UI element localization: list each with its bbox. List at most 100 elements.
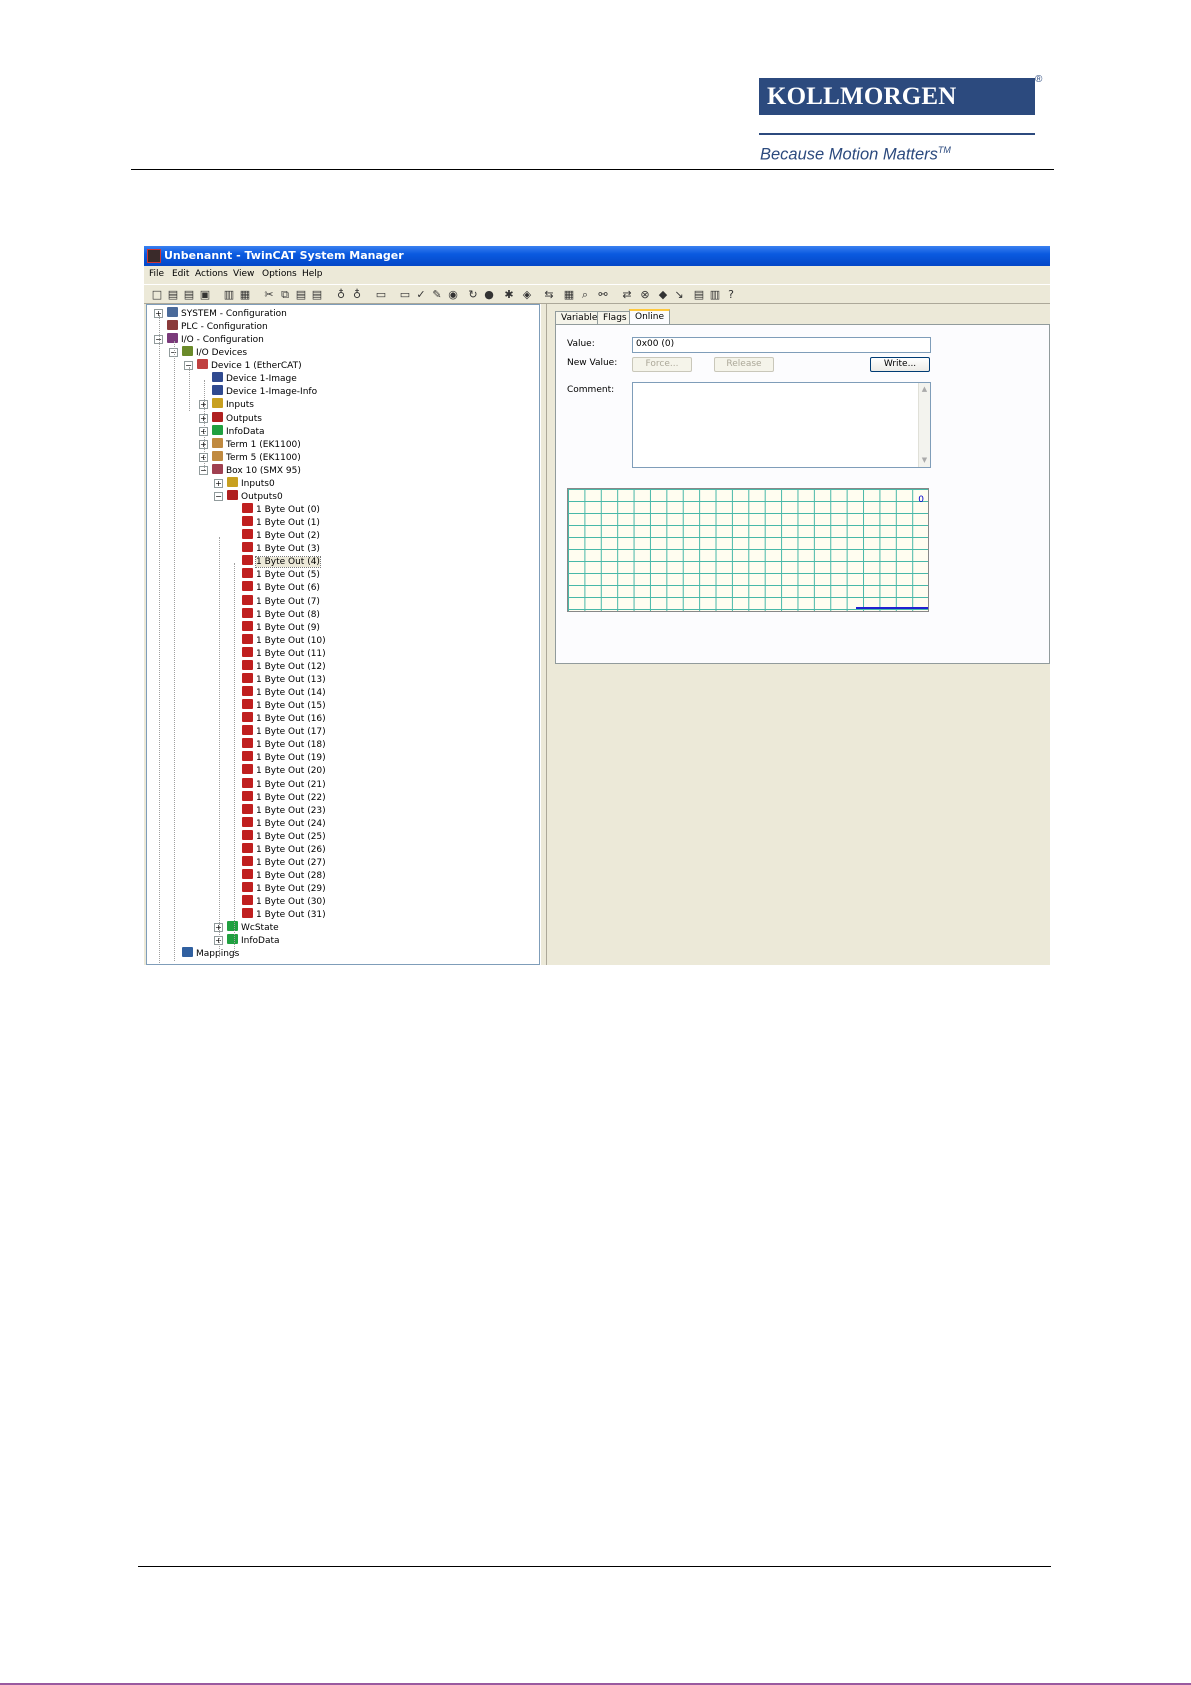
online-sync-icon[interactable]: ⇄ — [620, 288, 634, 301]
tree-node-byte-out[interactable]: 1 Byte Out (14) — [242, 686, 326, 699]
menu-options[interactable]: Options — [262, 269, 297, 279]
tree-node-byte-out[interactable]: 1 Byte Out (3) — [242, 542, 320, 555]
tree-node-byte-out[interactable]: 1 Byte Out (27) — [242, 855, 326, 869]
tree-node-byte-out[interactable]: 1 Byte Out (28) — [242, 869, 326, 882]
collapse-icon[interactable]: − — [214, 491, 223, 501]
tree-node-term-5-ek1100[interactable]: Term 5 (EK1100) — [212, 450, 301, 464]
tree-node-i-o-configuration[interactable]: I/O - Configuration — [167, 333, 264, 346]
tree-node-device-1-image-info[interactable]: Device 1-Image-Info — [212, 385, 317, 398]
configuration-tree[interactable]: + SYSTEM - Configuration PLC - Configurati… — [146, 304, 540, 965]
tree-node-infodata[interactable]: InfoData — [212, 424, 265, 438]
help-book-icon[interactable]: ▤ — [692, 288, 706, 301]
find-next-icon[interactable]: ♁ — [350, 288, 364, 301]
menu-file[interactable]: File — [149, 269, 164, 279]
menu-view[interactable]: View — [233, 269, 254, 279]
check-config-icon[interactable]: ✓ — [414, 288, 428, 301]
force-button[interactable]: Force... — [632, 357, 692, 372]
restart-icon[interactable]: ◉ — [446, 288, 460, 301]
tree-node-byte-out[interactable]: 1 Byte Out (31) — [242, 908, 326, 921]
help-icon[interactable]: ? — [724, 288, 738, 301]
tree-node-system-configuration[interactable]: SYSTEM - Configuration — [167, 307, 287, 320]
open-folder-icon[interactable]: ▤ — [182, 288, 196, 301]
plc-icon[interactable]: ⊗ — [638, 288, 652, 301]
tree-node-plc-configuration[interactable]: PLC - Configuration — [167, 320, 268, 333]
activate-config-icon[interactable]: ✎ — [430, 288, 444, 301]
tree-node-byte-out[interactable]: 1 Byte Out (10) — [242, 633, 326, 647]
tree-node-byte-out[interactable]: 1 Byte Out (1) — [242, 516, 320, 529]
tree-node-byte-out[interactable]: 1 Byte Out (0) — [242, 503, 320, 516]
comment-textarea[interactable]: ▲ ▼ — [632, 382, 931, 468]
tree-node-byte-out[interactable]: 1 Byte Out (26) — [242, 842, 326, 856]
target-system-icon[interactable]: ▭ — [374, 288, 388, 301]
tree-node-byte-out[interactable]: 1 Byte Out (4) — [242, 555, 321, 569]
scroll-up-icon[interactable]: ▲ — [920, 385, 929, 394]
open-icon[interactable]: ▤ — [166, 288, 180, 301]
tree-node-mappings[interactable]: Mappings — [182, 947, 239, 960]
pane-splitter[interactable] — [540, 304, 547, 965]
tab-online[interactable]: Online — [629, 309, 671, 325]
tree-node-outputs[interactable]: Outputs — [212, 411, 262, 425]
save-icon[interactable]: ▣ — [198, 288, 212, 301]
tree-node-byte-out[interactable]: 1 Byte Out (9) — [242, 620, 320, 634]
expand-icon[interactable]: + — [214, 478, 223, 488]
show-online-icon[interactable]: ▦ — [562, 288, 576, 301]
paste-icon[interactable]: ▤ — [294, 288, 308, 301]
tree-node-byte-out[interactable]: 1 Byte Out (13) — [242, 672, 326, 686]
new-icon[interactable]: □ — [150, 288, 164, 301]
tree-node-byte-out[interactable]: 1 Byte Out (18) — [242, 738, 326, 751]
tree-node-byte-out[interactable]: 1 Byte Out (5) — [242, 568, 320, 581]
tree-node-term-1-ek1100[interactable]: Term 1 (EK1100) — [212, 437, 301, 451]
release-button[interactable]: Release — [714, 357, 774, 372]
generate-mappings-icon[interactable]: ▭ — [398, 288, 412, 301]
tree-node-device-1-image[interactable]: Device 1-Image — [212, 372, 297, 385]
link-icon[interactable]: ⚯ — [596, 288, 610, 301]
logger-icon[interactable]: ◆ — [656, 288, 670, 301]
paste-special-icon[interactable]: ▤ — [310, 288, 324, 301]
tree-node-byte-out[interactable]: 1 Byte Out (23) — [242, 803, 326, 817]
tree-node-device-1-ethercat[interactable]: Device 1 (EtherCAT) — [197, 359, 302, 372]
toggle-icon[interactable]: ⇆ — [542, 288, 556, 301]
reload-icon[interactable]: ↻ — [466, 288, 480, 301]
tree-node-byte-out[interactable]: 1 Byte Out (17) — [242, 725, 326, 738]
show-sub-icon[interactable]: ↘ — [672, 288, 686, 301]
tree-node-box-10-smx-95[interactable]: Box 10 (SMX 95) — [212, 463, 301, 477]
tree-node-byte-out[interactable]: 1 Byte Out (11) — [242, 646, 326, 660]
copy-icon[interactable]: ⧉ — [278, 288, 292, 301]
write-button[interactable]: Write... — [870, 357, 930, 372]
tree-node-byte-out[interactable]: 1 Byte Out (15) — [242, 699, 326, 712]
tree-node-byte-out[interactable]: 1 Byte Out (29) — [242, 882, 326, 895]
print-icon[interactable]: ▥ — [222, 288, 236, 301]
tree-node-byte-out[interactable]: 1 Byte Out (30) — [242, 895, 326, 908]
tree-node-byte-out[interactable]: 1 Byte Out (2) — [242, 529, 320, 542]
cut-icon[interactable]: ✂ — [262, 288, 276, 301]
free-run-icon[interactable]: ✱ — [502, 288, 516, 301]
tree-node-byte-out[interactable]: 1 Byte Out (19) — [242, 751, 326, 764]
online-icon[interactable]: ◈ — [520, 288, 534, 301]
tree-node-byte-out[interactable]: 1 Byte Out (7) — [242, 594, 320, 608]
tree-node-byte-out[interactable]: 1 Byte Out (21) — [242, 777, 326, 791]
tree-node-byte-out[interactable]: 1 Byte Out (24) — [242, 816, 326, 830]
menu-help[interactable]: Help — [302, 269, 323, 279]
scroll-down-icon[interactable]: ▼ — [920, 456, 929, 465]
title-bar[interactable]: Unbenannt - TwinCAT System Manager — [144, 246, 1050, 266]
find-icon[interactable]: ♁ — [334, 288, 348, 301]
tree-node-byte-out[interactable]: 1 Byte Out (20) — [242, 764, 326, 777]
tree-node-byte-out[interactable]: 1 Byte Out (6) — [242, 581, 320, 594]
tree-node-i-o-devices[interactable]: I/O Devices — [182, 346, 247, 359]
menu-actions[interactable]: Actions — [195, 269, 228, 279]
print-preview-icon[interactable]: ▦ — [238, 288, 252, 301]
tab-flags[interactable]: Flags — [597, 311, 633, 325]
zoom-icon[interactable]: ⌕ — [578, 288, 592, 301]
tree-node-byte-out[interactable]: 1 Byte Out (12) — [242, 659, 326, 673]
tree-node-inputs0[interactable]: Inputs0 — [227, 476, 275, 490]
tree-node-byte-out[interactable]: 1 Byte Out (25) — [242, 829, 326, 843]
scan-devices-icon[interactable]: ● — [482, 288, 496, 301]
about-icon[interactable]: ▥ — [708, 288, 722, 301]
tree-node-byte-out[interactable]: 1 Byte Out (16) — [242, 712, 326, 725]
tree-node-byte-out[interactable]: 1 Byte Out (22) — [242, 790, 326, 804]
comment-scrollbar[interactable]: ▲ ▼ — [918, 383, 930, 467]
tree-node-inputs[interactable]: Inputs — [212, 398, 254, 411]
tree-node-byte-out[interactable]: 1 Byte Out (8) — [242, 607, 320, 621]
menu-edit[interactable]: Edit — [172, 269, 189, 279]
tree-node-outputs0[interactable]: Outputs0 — [227, 489, 283, 503]
